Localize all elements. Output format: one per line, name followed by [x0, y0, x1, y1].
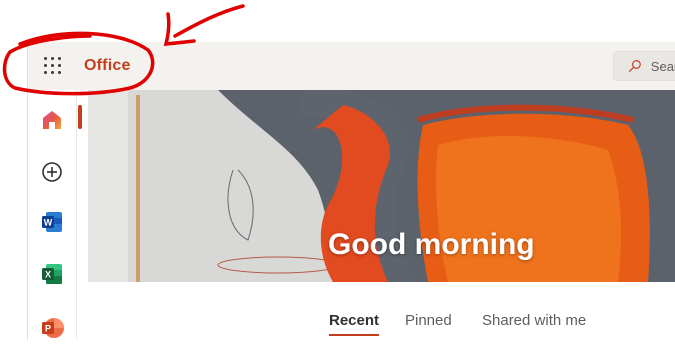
word-icon: W	[42, 212, 62, 232]
tab-recent[interactable]: Recent	[329, 312, 379, 329]
search-icon	[628, 60, 641, 72]
tab-recent-underline	[329, 334, 379, 336]
nav-create[interactable]	[28, 152, 76, 192]
app-launcher-icon[interactable]	[42, 55, 64, 77]
tab-pinned[interactable]: Pinned	[405, 312, 452, 329]
greeting-title: Good morning	[328, 228, 535, 261]
left-nav-rail: W X P	[28, 90, 77, 340]
powerpoint-icon: P	[42, 318, 64, 338]
excel-icon: X	[42, 264, 62, 284]
nav-home[interactable]	[28, 100, 76, 140]
home-icon	[43, 111, 61, 129]
active-nav-indicator	[78, 105, 82, 129]
app-name-link[interactable]: Office	[84, 57, 131, 75]
nav-excel[interactable]: X	[28, 254, 76, 294]
search-box[interactable]: Search	[613, 51, 675, 81]
create-icon	[42, 162, 62, 182]
nav-word[interactable]: W	[28, 202, 76, 242]
tab-shared-with-me[interactable]: Shared with me	[482, 312, 586, 329]
word-letter: W	[44, 218, 53, 228]
search-placeholder: Search	[650, 58, 675, 74]
nav-powerpoint[interactable]: P	[28, 308, 76, 348]
top-blank-strip	[0, 0, 675, 42]
powerpoint-letter: P	[45, 324, 51, 334]
excel-letter: X	[45, 270, 51, 280]
